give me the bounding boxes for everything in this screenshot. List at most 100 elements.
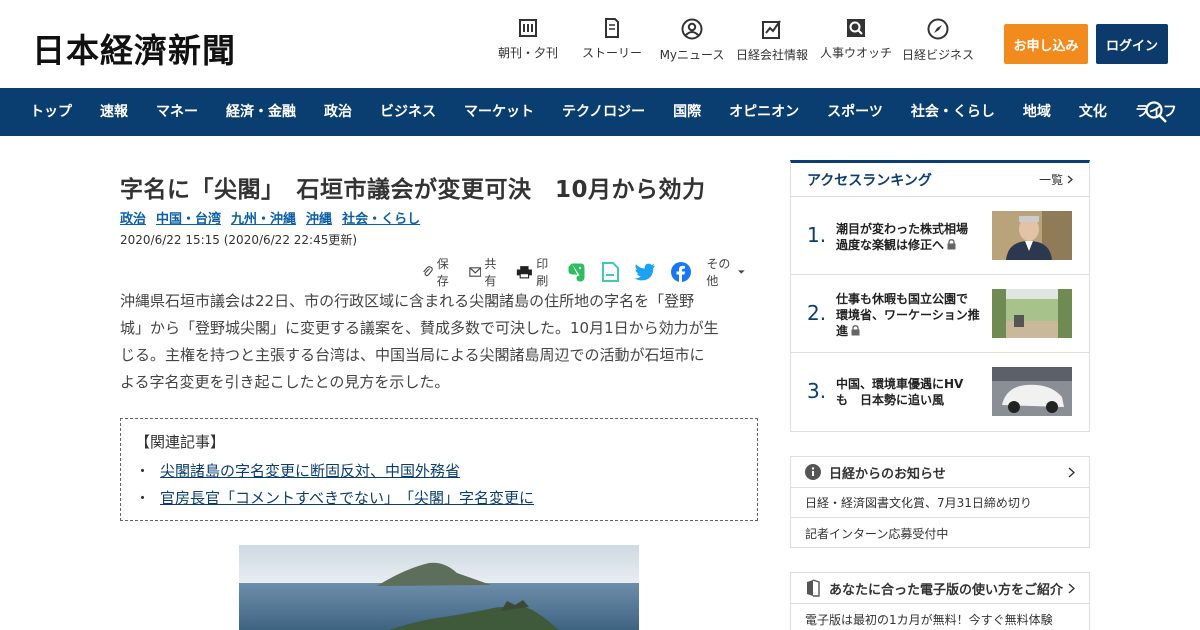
shortcut-story[interactable]: ストーリー <box>568 18 656 63</box>
evernote-icon <box>568 263 585 282</box>
rank-headline: 中国、環境車優遇にHV も 日本勢に追い風 <box>836 376 986 408</box>
twitter-button[interactable] <box>634 263 659 281</box>
shortcut-label: Myニュース <box>659 48 725 62</box>
ranking-item[interactable]: 2. 仕事も休暇も国立公園で 環境省、ワーケーション推 進 <box>791 275 1089 353</box>
topic-link[interactable]: 社会・くらし <box>342 208 420 227</box>
facebook-icon <box>671 262 692 282</box>
shortcut-company[interactable]: 日経会社情報 <box>728 18 816 63</box>
related-item: ・尖閣諸島の字名変更に断固反対、中国外務省 <box>135 458 757 485</box>
print-button[interactable]: 印刷 <box>516 255 556 289</box>
chart-icon <box>762 20 781 39</box>
main-nav: トップ 速報 マネー 経済・金融 政治 ビジネス マーケット テクノロジー 国際… <box>0 88 1200 136</box>
share-toolbar: 保存 共有 印刷 その他 <box>422 255 760 289</box>
apply-button[interactable]: お申し込み <box>1004 24 1088 64</box>
rank-line: 環境省、ワーケーション推 <box>836 308 980 322</box>
rank-line: も 日本勢に追い風 <box>836 393 945 407</box>
note-icon <box>602 262 620 282</box>
nav-item-international[interactable]: 国際 <box>659 88 715 136</box>
nav-item-money[interactable]: マネー <box>142 88 212 136</box>
nav-item-culture[interactable]: 文化 <box>1065 88 1121 136</box>
topic-link[interactable]: 政治 <box>120 208 146 227</box>
body-line: よる字名変更を引き起こしたとの見方を示した。 <box>120 373 450 391</box>
search-icon[interactable] <box>1144 100 1168 124</box>
ranking-item[interactable]: 3. 中国、環境車優遇にHV も 日本勢に追い風 <box>791 353 1089 431</box>
ranking-item[interactable]: 1. 潮目が変わった株式相場 過度な楽観は修正へ <box>791 197 1089 275</box>
related-link[interactable]: 尖閣諸島の字名変更に断固反対、中国外務省 <box>160 462 460 480</box>
related-link[interactable]: 官房長官「コメントすべきでない」 「尖閣」字名変更に <box>160 489 534 507</box>
nav-item-business[interactable]: ビジネス <box>366 88 450 136</box>
rank-line-with-lock: 過度な楽観は修正へ <box>836 237 986 253</box>
chevron-right-icon <box>1068 467 1075 478</box>
guide-header[interactable]: あなたに合った電子版の使い方をご紹介 <box>791 573 1089 604</box>
evernote-button[interactable] <box>568 262 589 282</box>
lock-icon <box>851 325 860 336</box>
save-button[interactable]: 保存 <box>422 255 457 289</box>
bullet: ・ <box>135 462 151 480</box>
article-photo <box>239 545 639 630</box>
guide-item[interactable]: 電子版は最初の1カ月が無料！今すぐ無料体験 <box>791 604 1089 630</box>
paperclip-icon <box>423 266 433 277</box>
shortcut-paper[interactable]: 朝刊・夕刊 <box>488 18 568 63</box>
note-button[interactable] <box>601 262 622 282</box>
ranking-more-label: 一覧 <box>1039 173 1064 187</box>
topic-link[interactable]: 九州・沖縄 <box>231 208 296 227</box>
ranking-title: アクセスランキング <box>807 172 932 189</box>
related-heading: 【関連記事】 <box>135 433 226 451</box>
more-share-button[interactable]: その他 <box>706 255 748 289</box>
nav-item-technology[interactable]: テクノロジー <box>548 88 659 136</box>
share-button[interactable]: 共有 <box>469 255 505 289</box>
lock-icon <box>947 239 956 250</box>
site-header: 日本経濟新聞 朝刊・夕刊 ストーリー Myニュース 日経会社情報 人事ウオッチ … <box>0 0 1200 88</box>
notice-title: 日経からのお知らせ <box>829 466 946 482</box>
nav-item-politics[interactable]: 政治 <box>310 88 366 136</box>
related-articles: 【関連記事】 ・尖閣諸島の字名変更に断固反対、中国外務省 ・官房長官「コメントす… <box>120 418 758 521</box>
digital-guide: あなたに合った電子版の使い方をご紹介 電子版は最初の1カ月が無料！今すぐ無料体験 <box>790 572 1090 630</box>
caret-down-icon <box>738 270 745 274</box>
info-icon <box>805 464 821 480</box>
book-icon <box>807 579 820 597</box>
shortcut-label: 日経会社情報 <box>735 48 808 62</box>
nav-item-breaking[interactable]: 速報 <box>86 88 142 136</box>
save-label: 保存 <box>436 257 449 288</box>
shortcut-jinji[interactable]: 人事ウオッチ <box>816 18 896 63</box>
body-line: じる。主権を持つと主張する台湾は、中国当局による尖閣諸島周辺での活動が石垣市に <box>120 346 705 364</box>
island-photo <box>239 545 639 630</box>
rank-number: 2. <box>807 301 827 325</box>
site-logo[interactable]: 日本経濟新聞 <box>32 24 236 72</box>
user-icon <box>681 18 703 40</box>
facebook-button[interactable] <box>671 262 694 282</box>
topic-link[interactable]: 沖縄 <box>306 208 332 227</box>
story-icon <box>605 18 619 38</box>
login-button[interactable]: ログイン <box>1096 24 1168 64</box>
shortcut-label: 日経ビジネス <box>901 48 974 62</box>
shortcut-mynews[interactable]: Myニュース <box>656 18 728 63</box>
shortcut-label: 人事ウオッチ <box>819 46 892 60</box>
notice-item[interactable]: 記者インターン応募受付中 <box>791 518 1089 548</box>
ranking-thumbnail <box>992 289 1072 338</box>
body-line: 城」から「登野城尖閣」に変更する議案を、賛成多数で可決した。10月1日から効力が… <box>120 319 719 337</box>
nav-item-market[interactable]: マーケット <box>450 88 548 136</box>
rank-line-with-lock: 進 <box>836 323 986 339</box>
nav-item-region[interactable]: 地域 <box>1009 88 1065 136</box>
nav-item-sports[interactable]: スポーツ <box>813 88 897 136</box>
topic-link[interactable]: 中国・台湾 <box>156 208 221 227</box>
ranking-header: アクセスランキング 一覧 <box>791 163 1089 197</box>
ranking-thumbnail <box>992 211 1072 260</box>
nav-item-top[interactable]: トップ <box>16 88 86 136</box>
nav-item-society[interactable]: 社会・くらし <box>897 88 1009 136</box>
notice-item[interactable]: 日経・経済図書文化賞、7月31日締め切り <box>791 488 1089 518</box>
topic-links: 政治 中国・台湾 九州・沖縄 沖縄 社会・くらし <box>120 208 430 227</box>
notice-header[interactable]: 日経からのお知らせ <box>791 457 1089 488</box>
compass-icon <box>927 18 949 40</box>
related-item: ・官房長官「コメントすべきでない」 「尖閣」字名変更に <box>135 485 757 512</box>
ranking-more-link[interactable]: 一覧 <box>1039 171 1073 188</box>
shortcut-business[interactable]: 日経ビジネス <box>896 18 980 63</box>
rank-headline: 潮目が変わった株式相場 過度な楽観は修正へ <box>836 221 986 253</box>
chevron-right-icon <box>1067 175 1073 184</box>
nav-item-economy[interactable]: 経済・金融 <box>212 88 310 136</box>
nav-item-opinion[interactable]: オピニオン <box>715 88 813 136</box>
rank-line: 仕事も休暇も国立公園で <box>836 292 969 306</box>
bullet: ・ <box>135 489 151 507</box>
guide-title: あなたに合った電子版の使い方をご紹介 <box>829 582 1064 598</box>
nikkei-notice: 日経からのお知らせ 日経・経済図書文化賞、7月31日締め切り 記者インターン応募… <box>790 456 1090 548</box>
